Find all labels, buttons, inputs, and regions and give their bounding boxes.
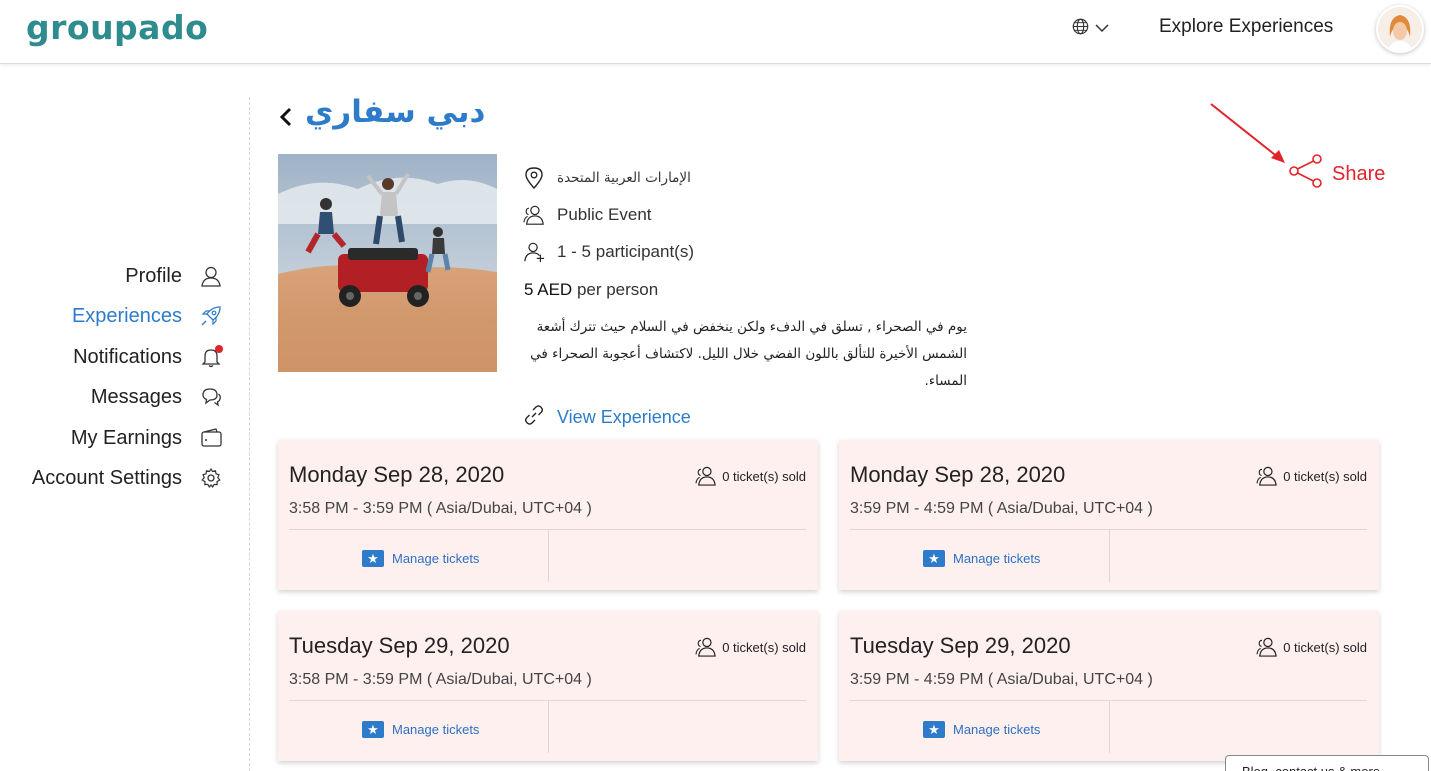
participants-text: 1 - 5 participant(s) — [557, 242, 694, 261]
language-selector[interactable] — [1072, 18, 1109, 40]
tickets-sold-text: 0 ticket(s) sold — [1283, 468, 1367, 484]
back-button[interactable] — [276, 104, 298, 130]
card-vertical-divider — [548, 530, 549, 582]
ticket-star-icon: ★ — [362, 550, 384, 567]
session-time: 3:58 PM - 3:59 PM ( Asia/Dubai, UTC+04 ) — [289, 671, 592, 688]
manage-tickets-button[interactable]: ★ Manage tickets — [923, 550, 1040, 567]
share-label: Share — [1332, 162, 1386, 185]
tickets-sold: 0 ticket(s) sold — [695, 466, 806, 486]
ticket-star-icon: ★ — [923, 550, 945, 567]
chevron-down-icon — [1095, 20, 1109, 38]
manage-tickets-label: Manage tickets — [392, 551, 480, 566]
tickets-sold: 0 ticket(s) sold — [1256, 637, 1367, 657]
group-icon — [695, 637, 716, 657]
sidebar-item-experiences[interactable]: Experiences — [0, 301, 240, 331]
ticket-star-icon: ★ — [362, 721, 384, 738]
sidebar-item-notifications[interactable]: Notifications — [0, 342, 240, 372]
explore-experiences-link[interactable]: Explore Experiences — [1159, 16, 1333, 38]
annotation-arrow — [1210, 103, 1285, 163]
group-icon — [695, 466, 716, 486]
group-icon — [1256, 637, 1277, 657]
page-title: دبي سفاري — [305, 94, 486, 130]
session-time: 3:59 PM - 4:59 PM ( Asia/Dubai, UTC+04 ) — [850, 500, 1153, 517]
view-experience-link[interactable]: View Experience — [523, 404, 691, 431]
globe-icon — [1072, 18, 1089, 40]
participants-row: 1 - 5 participant(s) — [523, 241, 694, 263]
location-text: الإمارات العربية المتحدة — [557, 170, 691, 186]
manage-tickets-button[interactable]: ★ Manage tickets — [923, 721, 1040, 738]
chevron-left-icon — [279, 107, 292, 127]
share-icon — [1288, 154, 1324, 194]
session-date: Monday Sep 28, 2020 — [289, 462, 505, 487]
price-text: 5 AED per person — [524, 280, 658, 300]
session-time: 3:59 PM - 4:59 PM ( Asia/Dubai, UTC+04 ) — [850, 671, 1153, 688]
link-icon — [523, 404, 545, 431]
chat-icon — [200, 386, 222, 408]
group-icon — [523, 204, 545, 226]
session-card: Monday Sep 28, 2020 0 ticket(s) sold 3:5… — [839, 440, 1379, 590]
wallet-icon — [200, 427, 222, 449]
card-vertical-divider — [1109, 530, 1110, 582]
bell-icon — [200, 345, 223, 368]
card-vertical-divider — [1109, 701, 1110, 753]
tickets-sold: 0 ticket(s) sold — [1256, 466, 1367, 486]
sidebar-item-account-settings[interactable]: Account Settings — [0, 463, 240, 493]
ticket-star-icon: ★ — [923, 721, 945, 738]
group-icon — [1256, 466, 1277, 486]
event-type-text: Public Event — [557, 205, 652, 224]
manage-tickets-label: Manage tickets — [392, 722, 480, 737]
view-experience-label: View Experience — [557, 407, 691, 427]
tickets-sold-text: 0 ticket(s) sold — [722, 468, 806, 484]
session-card: Tuesday Sep 29, 2020 0 ticket(s) sold 3:… — [839, 611, 1379, 761]
price-unit: per person — [576, 280, 659, 299]
sidebar-item-messages[interactable]: Messages — [0, 382, 240, 412]
card-vertical-divider — [548, 701, 549, 753]
share-button[interactable]: Share — [1288, 154, 1385, 194]
groupado-logo[interactable]: groupado — [26, 8, 208, 47]
sidebar-item-profile[interactable]: Profile — [0, 261, 240, 291]
sidebar-item-label: Account Settings — [31, 466, 182, 489]
session-date: Tuesday Sep 29, 2020 — [289, 633, 510, 658]
footer-more-tab[interactable]: Blog, contact us & more — [1225, 755, 1429, 771]
tickets-sold-text: 0 ticket(s) sold — [1283, 639, 1367, 655]
rocket-icon — [200, 305, 222, 327]
session-date: Tuesday Sep 29, 2020 — [850, 633, 1071, 658]
experience-description: يوم في الصحراء , تسلق في الدفء ولكن ينخف… — [530, 319, 967, 389]
avatar[interactable] — [1376, 5, 1424, 53]
session-time: 3:58 PM - 3:59 PM ( Asia/Dubai, UTC+04 ) — [289, 500, 592, 517]
manage-tickets-label: Manage tickets — [953, 551, 1041, 566]
top-header: groupado Explore Experiences — [0, 0, 1431, 64]
manage-tickets-button[interactable]: ★ Manage tickets — [362, 721, 479, 738]
sidebar-item-my-earnings[interactable]: My Earnings — [0, 423, 240, 453]
sidebar-item-label: My Earnings — [70, 426, 182, 449]
session-card: Monday Sep 28, 2020 0 ticket(s) sold 3:5… — [278, 440, 818, 590]
sidebar-item-label: Messages — [90, 385, 182, 408]
tickets-sold-text: 0 ticket(s) sold — [722, 639, 806, 655]
event-type-row: Public Event — [523, 204, 652, 226]
price-amount: 5 AED — [524, 280, 573, 299]
location-pin-icon — [523, 167, 545, 189]
manage-tickets-button[interactable]: ★ Manage tickets — [362, 550, 479, 567]
sidebar-divider — [249, 97, 250, 771]
session-card: Tuesday Sep 29, 2020 0 ticket(s) sold 3:… — [278, 611, 818, 761]
sidebar-item-label: Experiences — [71, 304, 182, 327]
sidebar-item-label: Notifications — [73, 345, 182, 368]
location-row: الإمارات العربية المتحدة — [523, 167, 691, 189]
notification-badge — [215, 345, 223, 353]
sidebar-item-label: Profile — [125, 264, 182, 287]
add-user-icon — [523, 241, 545, 263]
gear-icon — [200, 467, 222, 489]
session-date: Monday Sep 28, 2020 — [850, 462, 1066, 487]
user-icon — [200, 265, 222, 287]
experience-image — [278, 154, 497, 372]
tickets-sold: 0 ticket(s) sold — [695, 637, 806, 657]
manage-tickets-label: Manage tickets — [953, 722, 1041, 737]
